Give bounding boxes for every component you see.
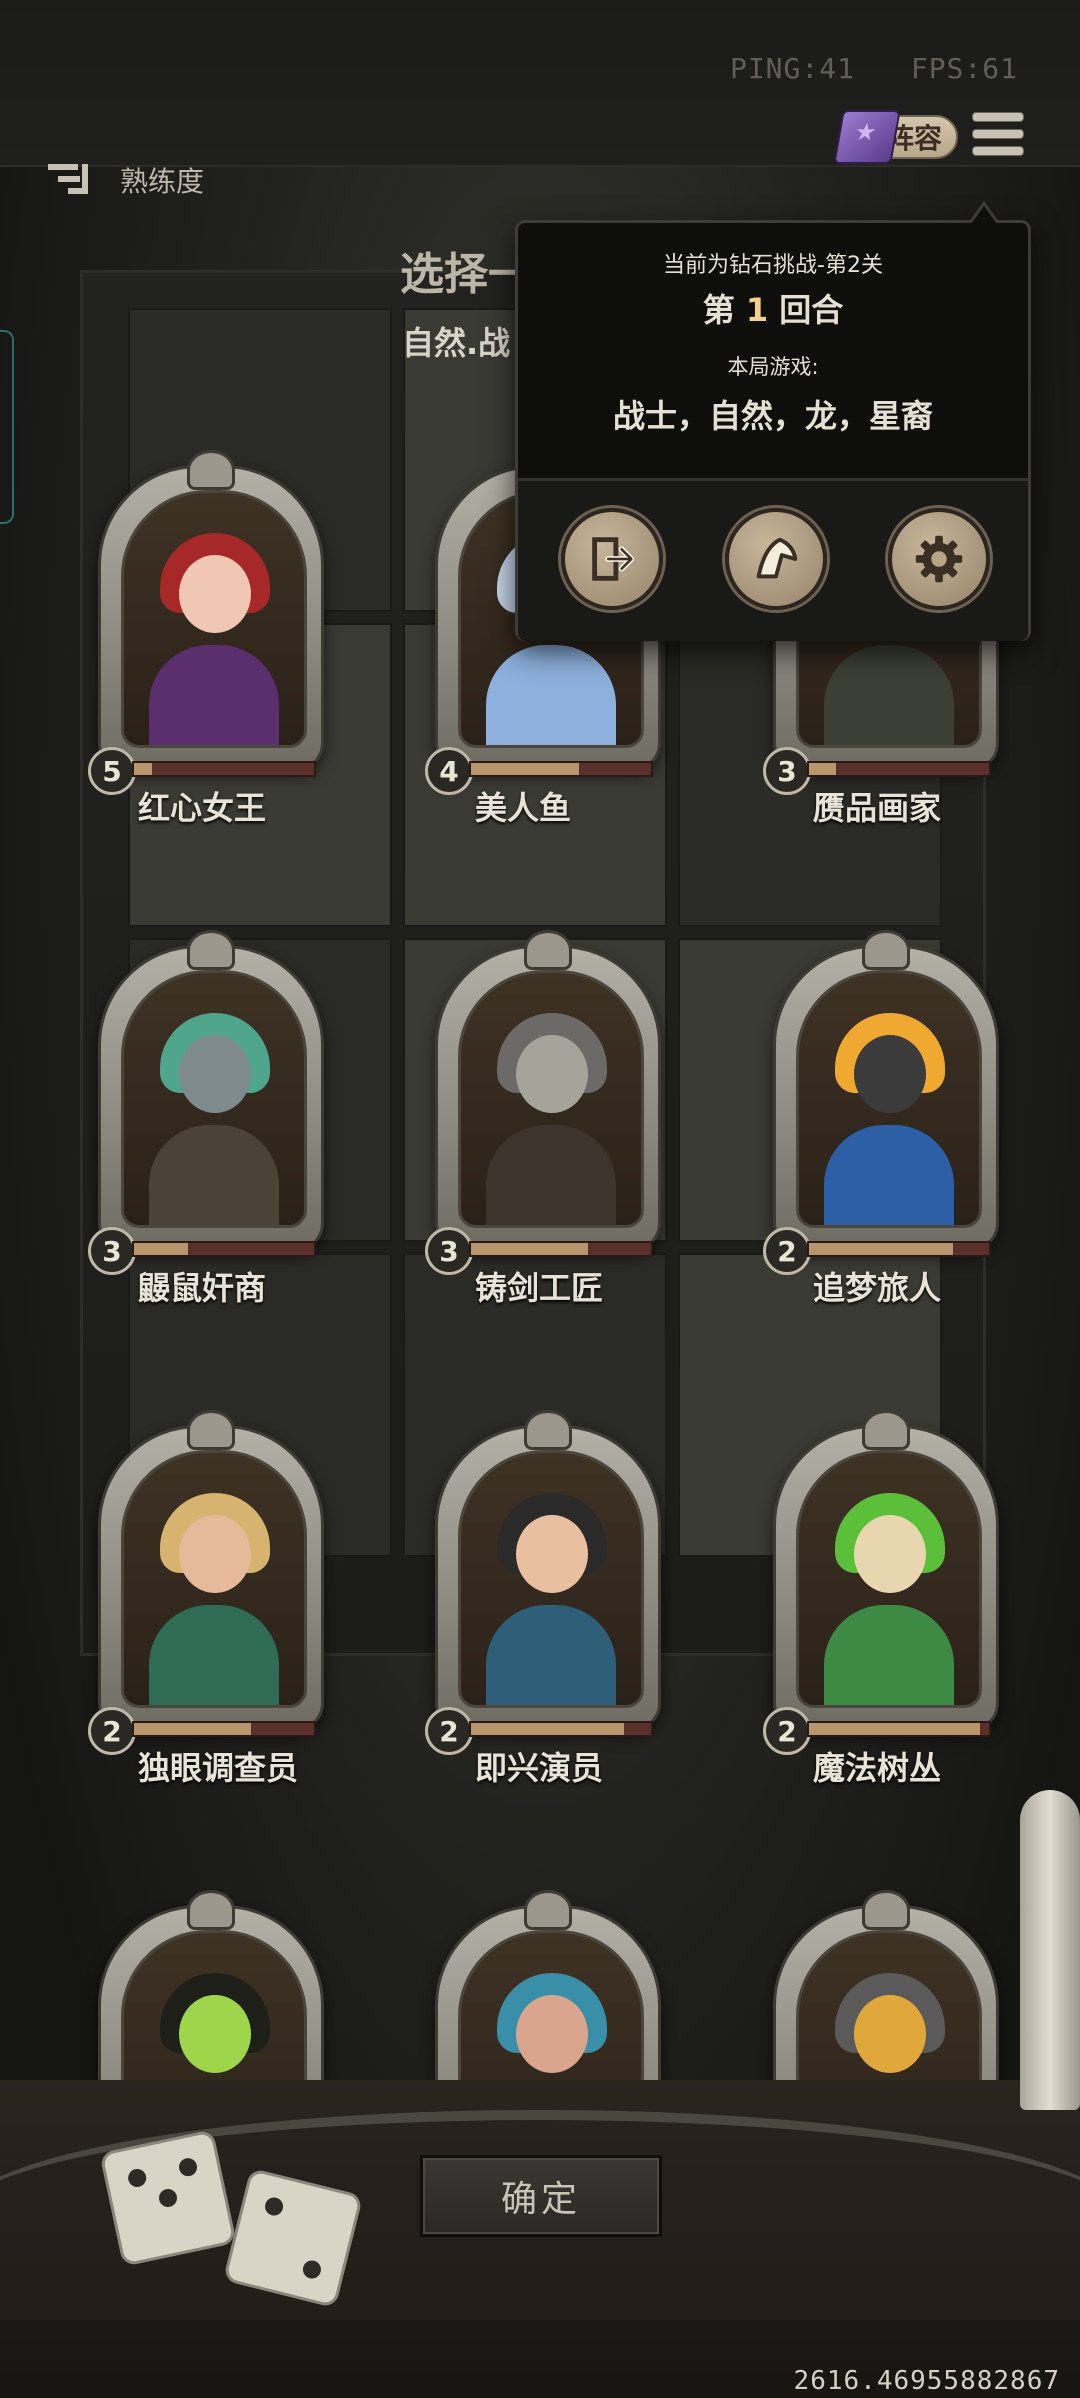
hero-progress-bar: [807, 761, 991, 777]
hero-progress-fill: [134, 763, 152, 775]
hero-name: 独眼调查员: [138, 1749, 299, 1787]
proficiency-button[interactable]: 熟练度: [48, 160, 204, 200]
game-label: 本局游戏:: [727, 355, 819, 379]
hero-name: 美人鱼: [475, 789, 572, 827]
round-suffix: 回合: [779, 291, 844, 329]
hero-portrait: [121, 970, 307, 1228]
chess-piece-decoration: [1020, 1790, 1080, 2110]
hero-progress-bar: [132, 1721, 316, 1737]
game-screen: PING:41 FPS:61 阵容 熟练度 选择一 自然.战 5红心女王4美人: [0, 0, 1080, 2398]
hero-progress-bar: [469, 1721, 653, 1737]
hero-progress-fill: [809, 1723, 980, 1735]
confirm-label: 确定: [500, 2179, 581, 2220]
hero-portrait: [458, 1450, 644, 1708]
round-info-popup: 当前为钻石挑战-第2关 第 1 回合 本局游戏: 战士，自然，龙，星裔: [515, 201, 1031, 641]
hero-card[interactable]: 3 鼹鼠奸商: [88, 930, 328, 1307]
hero-progress-bar: [807, 1721, 991, 1737]
hero-frame: [98, 930, 324, 1251]
lineup-book-icon: [833, 110, 901, 164]
hero-card[interactable]: 3 铸剑工匠: [425, 930, 665, 1307]
hero-frame: [98, 1410, 324, 1731]
hero-portrait: [796, 970, 982, 1228]
hero-progress-fill: [134, 1723, 251, 1735]
hero-name: 鼹鼠奸商: [138, 1269, 267, 1307]
hero-name: 铸剑工匠: [475, 1269, 604, 1307]
hero-progress-fill: [809, 1243, 953, 1255]
hero-progress-fill: [134, 1243, 188, 1255]
hero-progress-fill: [471, 763, 579, 775]
proficiency-icon: [48, 160, 90, 200]
fps-readout: FPS:61: [910, 52, 1018, 85]
hero-card[interactable]: 5 红心女王: [88, 450, 328, 827]
hero-name: 赝品画家: [813, 789, 942, 827]
hero-name: 魔法树丛: [813, 1749, 942, 1787]
hero-portrait: [121, 1450, 307, 1708]
hero-frame: [773, 930, 999, 1251]
coordinate-readout: 2616.46955882867: [793, 2366, 1060, 2396]
round-number: 1: [745, 291, 769, 329]
settings-button[interactable]: [888, 508, 990, 610]
exit-button[interactable]: [561, 508, 663, 610]
menu-button[interactable]: [972, 112, 1024, 160]
hero-portrait: [796, 1450, 982, 1708]
hero-progress-bar: [132, 761, 316, 777]
round-label: 第 1 回合: [518, 285, 1028, 331]
network-status: PING:41 FPS:61: [692, 52, 1018, 85]
round-prefix: 第: [702, 291, 735, 329]
hint-icon: [756, 537, 798, 579]
hero-progress-fill: [809, 763, 836, 775]
hero-card[interactable]: 2 即兴演员: [425, 1410, 665, 1787]
hero-frame: [773, 1410, 999, 1731]
hint-button[interactable]: [725, 508, 827, 610]
hero-progress-fill: [471, 1243, 588, 1255]
hero-card[interactable]: 2 独眼调查员: [88, 1410, 328, 1787]
hero-name: 追梦旅人: [813, 1269, 942, 1307]
hero-progress-bar: [132, 1241, 316, 1257]
gear-icon: [915, 535, 963, 583]
hero-name: 即兴演员: [475, 1749, 604, 1787]
hero-name: 红心女王: [138, 789, 267, 827]
hero-frame: [98, 450, 324, 771]
hero-progress-bar: [807, 1241, 991, 1257]
proficiency-label: 熟练度: [120, 165, 205, 198]
hero-progress-fill: [471, 1723, 624, 1735]
selection-title: 选择一: [400, 249, 532, 300]
hero-portrait: [121, 490, 307, 748]
hero-card[interactable]: 2 魔法树丛: [763, 1410, 1003, 1787]
challenge-label: 当前为钻石挑战-第2关: [663, 253, 883, 278]
game-traits: 战士，自然，龙，星裔: [612, 397, 933, 435]
hero-frame: [435, 930, 661, 1251]
menu-icon: [972, 112, 1024, 122]
dice-decoration: [99, 2129, 237, 2267]
hero-progress-bar: [469, 761, 653, 777]
side-tab[interactable]: [0, 330, 14, 524]
hero-progress-bar: [469, 1241, 653, 1257]
confirm-button[interactable]: 确定: [420, 2155, 662, 2237]
exit-icon: [592, 537, 635, 581]
hero-card[interactable]: 2 追梦旅人: [763, 930, 1003, 1307]
selection-subtitle: 自然.战: [402, 324, 511, 362]
ping-readout: PING:41: [729, 52, 855, 85]
hero-frame: [435, 1410, 661, 1731]
hero-portrait: [458, 970, 644, 1228]
